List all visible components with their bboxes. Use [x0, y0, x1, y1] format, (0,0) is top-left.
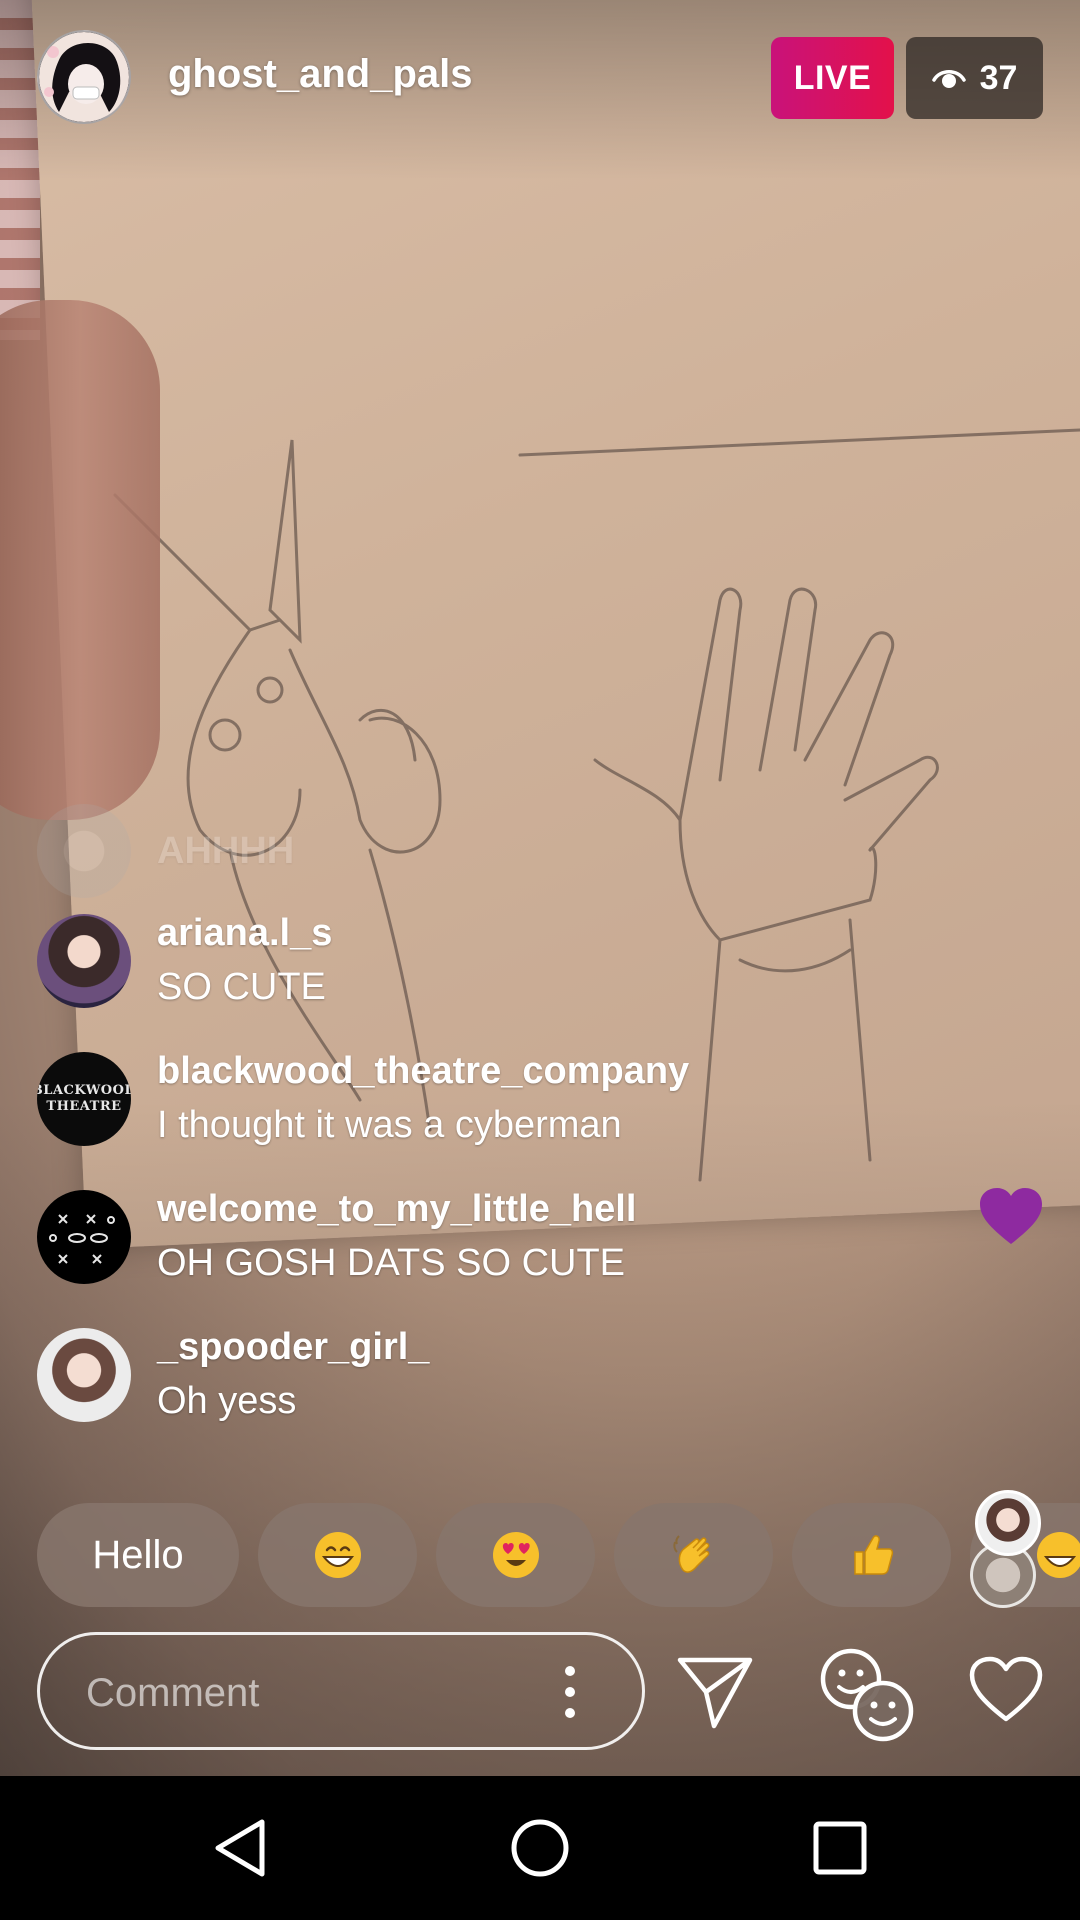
avatar-logo-line: THEATRE — [46, 1099, 122, 1114]
heart-eyes-face-icon — [492, 1532, 539, 1578]
comment-text: AHHHH — [157, 830, 295, 872]
comment-text: SO CUTE — [157, 966, 326, 1008]
comment-avatar[interactable] — [37, 1328, 131, 1422]
comment-text: OH GOSH DATS SO CUTE — [157, 1242, 626, 1284]
comment-item: ariana.l_s SO CUTE — [37, 912, 1017, 1008]
send-icon[interactable] — [676, 1652, 756, 1732]
comment-text: Oh yess — [157, 1380, 297, 1422]
quick-reply-wave[interactable] — [614, 1503, 773, 1607]
avatar-pattern — [49, 1214, 115, 1264]
quick-reply-heart-eyes[interactable] — [436, 1503, 595, 1607]
comment-input[interactable]: Comment — [37, 1632, 645, 1750]
joined-viewers-stack[interactable] — [970, 1490, 1080, 1610]
comment-text: I thought it was a cyberman — [157, 1104, 622, 1146]
viewer-count-badge[interactable]: 37 — [906, 37, 1043, 119]
heart-outline-icon[interactable] — [968, 1655, 1044, 1723]
avatar-logo-line: BLACKWOOD — [37, 1083, 131, 1098]
comment-avatar — [37, 804, 131, 898]
live-badge: LIVE — [771, 37, 894, 119]
comment-item: _spooder_girl_ Oh yess — [37, 1326, 1017, 1422]
home-icon[interactable] — [508, 1816, 572, 1880]
grinning-face-icon — [314, 1532, 361, 1578]
comment-avatar[interactable]: BLACKWOOD THEATRE — [37, 1052, 131, 1146]
comment-item: AHHHH — [37, 802, 1017, 898]
two-faces-icon[interactable] — [815, 1645, 915, 1745]
comment-avatar[interactable] — [37, 914, 131, 1008]
holding-finger — [0, 300, 160, 820]
comment-item: welcome_to_my_little_hell OH GOSH DATS S… — [37, 1188, 1017, 1284]
system-navigation-bar — [0, 1776, 1080, 1920]
back-icon[interactable] — [210, 1816, 270, 1880]
host-avatar-art — [39, 32, 129, 122]
more-options-icon[interactable] — [565, 1665, 575, 1719]
viewer-count: 37 — [979, 58, 1018, 97]
comment-username[interactable]: welcome_to_my_little_hell — [157, 1188, 636, 1231]
thumbs-up-icon — [853, 1535, 893, 1575]
comment-placeholder: Comment — [86, 1671, 260, 1715]
recents-icon[interactable] — [812, 1820, 868, 1876]
eye-icon — [931, 70, 966, 88]
comment-username[interactable]: _spooder_girl_ — [157, 1326, 429, 1369]
waving-hand-icon — [672, 1535, 709, 1573]
comment-username[interactable]: blackwood_theatre_company — [157, 1050, 689, 1093]
quick-reply-laughing[interactable] — [258, 1503, 417, 1607]
host-avatar[interactable] — [37, 30, 131, 124]
comment-item: BLACKWOOD THEATRE blackwood_theatre_comp… — [37, 1050, 1017, 1146]
viewer-avatar — [975, 1490, 1041, 1556]
quick-reply-hello[interactable]: Hello — [37, 1503, 239, 1607]
host-username[interactable]: ghost_and_pals — [168, 52, 473, 97]
live-stream-screen: ghost_and_pals LIVE 37 AHHHH ariana.l_s … — [0, 0, 1080, 1920]
comment-username[interactable]: ariana.l_s — [157, 912, 332, 955]
liked-heart-icon[interactable] — [978, 1186, 1044, 1246]
quick-reply-thumbs-up[interactable] — [792, 1503, 951, 1607]
comment-avatar[interactable] — [37, 1190, 131, 1284]
